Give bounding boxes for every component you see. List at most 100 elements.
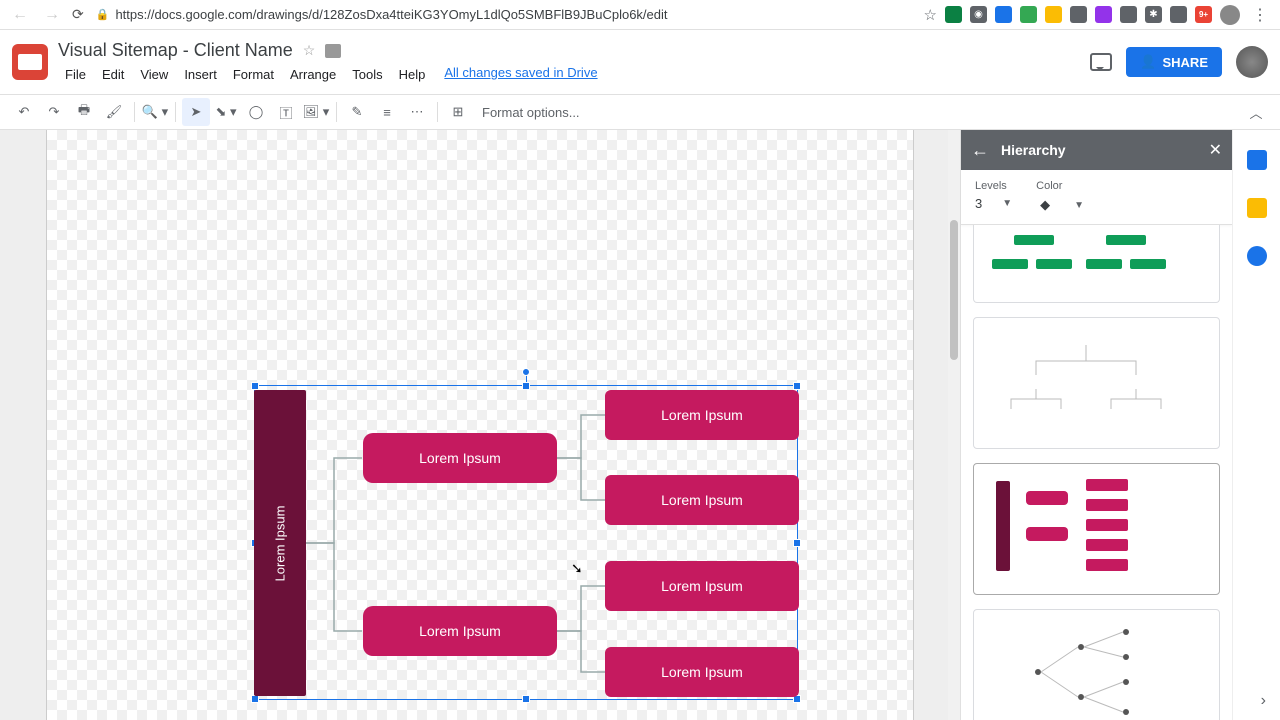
panel-controls: Levels 3▼ Color ◆▼ — [961, 170, 1232, 225]
menu-arrange[interactable]: Arrange — [283, 65, 343, 84]
move-folder-icon[interactable] — [325, 44, 341, 58]
drawing-canvas[interactable]: Lorem Ipsum Lorem Ipsum Lorem Ipsum Lore… — [46, 130, 914, 720]
profile-avatar[interactable] — [1220, 5, 1240, 25]
hierarchy-mid-shape[interactable]: Lorem Ipsum — [363, 606, 557, 656]
hide-menus-button[interactable]: ︿ — [1242, 98, 1270, 126]
share-label: SHARE — [1162, 55, 1208, 70]
vertical-scrollbar[interactable] — [948, 130, 960, 720]
zoom-button[interactable]: 🔍 ▾ — [141, 98, 169, 126]
extension-icon[interactable]: 9+ — [1195, 6, 1212, 23]
extension-icon[interactable] — [995, 6, 1012, 23]
template-option[interactable] — [973, 225, 1220, 303]
panel-back-button[interactable]: ← — [971, 140, 989, 161]
chevron-down-icon: ▼ — [1002, 198, 1012, 209]
resize-handle[interactable] — [251, 382, 259, 390]
hierarchy-leaf-shape[interactable]: Lorem Ipsum — [605, 475, 799, 525]
person-add-icon: 👤 — [1140, 54, 1156, 70]
levels-dropdown[interactable]: 3▼ — [975, 196, 1012, 211]
resize-handle[interactable] — [251, 695, 259, 703]
comments-icon[interactable] — [1090, 53, 1112, 71]
menu-view[interactable]: View — [133, 65, 175, 84]
keep-icon[interactable] — [1247, 198, 1267, 218]
resize-handle[interactable] — [793, 382, 801, 390]
tasks-icon[interactable] — [1247, 246, 1267, 266]
cursor-icon: ➘ — [571, 560, 583, 577]
extension-icon[interactable]: ◉ — [970, 6, 987, 23]
paint-format-button[interactable]: 🖌 — [100, 98, 128, 126]
menu-help[interactable]: Help — [392, 65, 433, 84]
app-icon[interactable] — [12, 44, 48, 80]
color-label: Color — [1036, 180, 1084, 192]
browser-menu[interactable]: ⋮ — [1248, 5, 1272, 25]
user-avatar[interactable] — [1236, 46, 1268, 78]
hierarchy-leaf-shape[interactable]: Lorem Ipsum — [605, 561, 799, 611]
doc-title[interactable]: Visual Sitemap - Client Name — [58, 40, 293, 61]
image-tool[interactable]: 🖼 ▾ — [302, 98, 330, 126]
share-button[interactable]: 👤 SHARE — [1126, 47, 1222, 77]
chevron-down-icon: ▼ — [1074, 200, 1084, 211]
shape-tool[interactable]: ◯ — [242, 98, 270, 126]
hierarchy-root-shape[interactable]: Lorem Ipsum — [254, 390, 306, 696]
bookmark-star-icon[interactable]: ☆ — [924, 6, 937, 24]
fill-color-icon: ◆ — [1036, 196, 1054, 214]
extensions-tray: ◉ ✱ 9+ — [945, 6, 1212, 23]
canvas-wrap: Lorem Ipsum Lorem Ipsum Lorem Ipsum Lore… — [0, 130, 960, 720]
address-bar[interactable]: 🔒 https://docs.google.com/drawings/d/128… — [92, 7, 916, 22]
format-options-button[interactable]: Format options... — [474, 105, 588, 120]
menu-format[interactable]: Format — [226, 65, 281, 84]
extension-icon[interactable] — [1045, 6, 1062, 23]
panel-title: Hierarchy — [1001, 142, 1197, 158]
panel-header: ← Hierarchy ✕ — [961, 130, 1232, 170]
extension-icon[interactable] — [1120, 6, 1137, 23]
undo-button[interactable]: ↶ — [10, 98, 38, 126]
toolbar: ↶ ↷ 🖶 🖌 🔍 ▾ ➤ ⬊ ▾ ◯ 🅃 🖼 ▾ ✎ ≡ ⋯ ⊞ Format… — [0, 94, 1280, 130]
hierarchy-leaf-shape[interactable]: Lorem Ipsum — [605, 390, 799, 440]
menu-bar: File Edit View Insert Format Arrange Too… — [58, 65, 1080, 84]
extension-icon[interactable] — [945, 6, 962, 23]
resize-handle[interactable] — [522, 382, 530, 390]
hierarchy-mid-shape[interactable]: Lorem Ipsum — [363, 433, 557, 483]
line-dash-button[interactable]: ⋯ — [403, 98, 431, 126]
levels-label: Levels — [975, 180, 1012, 192]
extension-icon[interactable]: ✱ — [1145, 6, 1162, 23]
hierarchy-leaf-shape[interactable]: Lorem Ipsum — [605, 647, 799, 697]
line-tool[interactable]: ⬊ ▾ — [212, 98, 240, 126]
browser-chrome: ← → ⟳ 🔒 https://docs.google.com/drawings… — [0, 0, 1280, 30]
template-option-selected[interactable] — [973, 463, 1220, 595]
select-tool[interactable]: ➤ — [182, 98, 210, 126]
calendar-icon[interactable] — [1247, 150, 1267, 170]
line-weight-button[interactable]: ≡ — [373, 98, 401, 126]
menu-file[interactable]: File — [58, 65, 93, 84]
resize-handle[interactable] — [522, 695, 530, 703]
template-list[interactable] — [961, 225, 1232, 720]
menu-tools[interactable]: Tools — [345, 65, 389, 84]
side-panel — [1232, 130, 1280, 720]
resize-handle[interactable] — [793, 539, 801, 547]
doc-header: Visual Sitemap - Client Name ☆ File Edit… — [0, 30, 1280, 94]
menu-insert[interactable]: Insert — [177, 65, 224, 84]
text-box-tool[interactable]: 🅃 — [272, 98, 300, 126]
show-side-panel-button[interactable]: › — [1261, 692, 1266, 710]
forward-button[interactable]: → — [40, 6, 64, 24]
save-status[interactable]: All changes saved in Drive — [444, 65, 597, 84]
extension-icon[interactable] — [1095, 6, 1112, 23]
line-color-button[interactable]: ✎ — [343, 98, 371, 126]
menu-edit[interactable]: Edit — [95, 65, 131, 84]
lock-icon: 🔒 — [96, 8, 110, 21]
insert-comment-button[interactable]: ⊞ — [444, 98, 472, 126]
star-doc-icon[interactable]: ☆ — [303, 42, 316, 59]
print-button[interactable]: 🖶 — [70, 98, 98, 126]
url-text: https://docs.google.com/drawings/d/128Zo… — [115, 7, 667, 22]
main-area: Lorem Ipsum Lorem Ipsum Lorem Ipsum Lore… — [0, 130, 1280, 720]
panel-close-button[interactable]: ✕ — [1209, 140, 1222, 160]
template-option[interactable] — [973, 317, 1220, 449]
color-dropdown[interactable]: ◆▼ — [1036, 196, 1084, 214]
redo-button[interactable]: ↷ — [40, 98, 68, 126]
extension-icon[interactable] — [1070, 6, 1087, 23]
extension-icon[interactable] — [1170, 6, 1187, 23]
reload-button[interactable]: ⟳ — [72, 6, 84, 23]
rotate-handle[interactable] — [522, 368, 530, 376]
extension-icon[interactable] — [1020, 6, 1037, 23]
back-button[interactable]: ← — [8, 6, 32, 24]
template-option[interactable] — [973, 609, 1220, 720]
